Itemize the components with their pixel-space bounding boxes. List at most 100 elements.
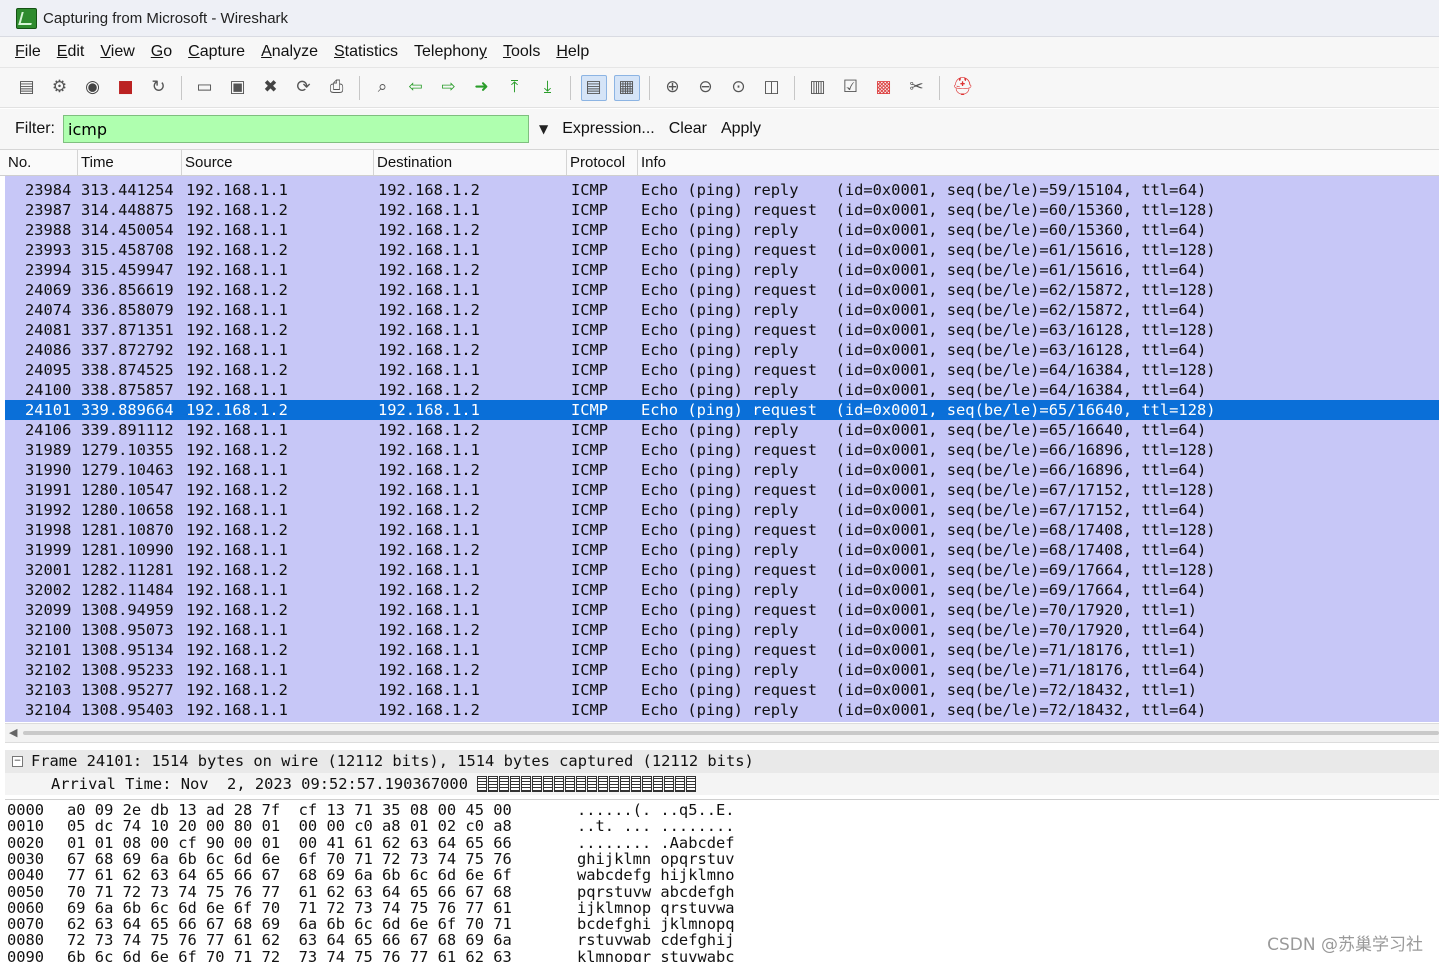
hex-ascii[interactable]: klmnopqr stuvwabc [577, 948, 735, 962]
normal-size-icon[interactable]: ⊙ [726, 75, 752, 101]
save-file-icon[interactable]: ▣ [225, 75, 251, 101]
hex-ascii[interactable]: ......(. ..q5..E. [577, 802, 735, 819]
packet-row[interactable]: 31992 1280.10658 192.168.1.1 192.168.1.2 ICM… [5, 500, 1439, 520]
packet-row[interactable]: 23984 313.441254 192.168.1.1 192.168.1.2 ICM… [5, 180, 1439, 200]
hex-bytes[interactable]: 62 63 64 65 66 67 68 69 6a 6b 6c 6d 6e 6… [67, 916, 512, 933]
restart-capture-icon[interactable]: ↻ [146, 75, 172, 101]
column-header-protocol[interactable]: Protocol [567, 150, 638, 175]
packet-row[interactable]: 32099 1308.94959 192.168.1.2 192.168.1.1 ICM… [5, 600, 1439, 620]
menu-telephony[interactable]: Telephony [406, 43, 495, 61]
hex-ascii[interactable]: ijklmnop qrstuvwa [577, 899, 735, 916]
packet-row[interactable]: 23988 314.450054 192.168.1.1 192.168.1.2 ICM… [5, 220, 1439, 240]
menu-edit[interactable]: Edit [49, 43, 93, 61]
hex-offset[interactable]: 0080 [7, 932, 44, 949]
packet-row[interactable]: 23987 314.448875 192.168.1.2 192.168.1.1 ICM… [5, 200, 1439, 220]
hex-ascii[interactable]: bcdefghi jklmnopq [577, 916, 735, 933]
coloring-rules-icon[interactable]: ▩ [871, 75, 897, 101]
packet-row[interactable]: 24100 338.875857 192.168.1.1 192.168.1.2 ICM… [5, 380, 1439, 400]
packet-row[interactable]: 24069 336.856619 192.168.1.2 192.168.1.1 ICM… [5, 280, 1439, 300]
hex-offset[interactable]: 0060 [7, 899, 44, 916]
go-to-packet-icon[interactable]: ➜ [469, 75, 495, 101]
menu-view[interactable]: View [92, 43, 142, 61]
zoom-out-icon[interactable]: ⊖ [693, 75, 719, 101]
expression-button[interactable]: Expression... [562, 120, 654, 138]
hex-ascii[interactable]: pqrstuvw abcdefgh [577, 883, 735, 900]
hex-bytes[interactable]: 67 68 69 6a 6b 6c 6d 6e 6f 70 71 72 73 7… [67, 851, 512, 868]
go-back-icon[interactable]: ⇦ [403, 75, 429, 101]
hex-bytes[interactable]: a0 09 2e db 13 ad 28 7f cf 13 71 35 08 0… [67, 802, 512, 819]
column-header-no[interactable]: No. [5, 150, 78, 175]
column-header-destination[interactable]: Destination [374, 150, 567, 175]
preferences-icon[interactable]: ✂ [904, 75, 930, 101]
packet-row[interactable]: 31989 1279.10355 192.168.1.2 192.168.1.1 ICM… [5, 440, 1439, 460]
menu-file[interactable]: File [0, 43, 49, 61]
capture-options-icon[interactable]: ⚙ [47, 75, 73, 101]
packet-row[interactable]: 24095 338.874525 192.168.1.2 192.168.1.1 ICM… [5, 360, 1439, 380]
open-file-icon[interactable]: ▭ [192, 75, 218, 101]
hex-offset[interactable]: 0050 [7, 883, 44, 900]
menu-go[interactable]: Go [143, 43, 180, 61]
resize-columns-icon[interactable]: ◫ [759, 75, 785, 101]
help-icon[interactable]: ⛑ [950, 75, 976, 101]
hex-bytes[interactable]: 72 73 74 75 76 77 61 62 63 64 65 66 67 6… [67, 932, 512, 949]
packet-list[interactable]: 23984 313.441254 192.168.1.1 192.168.1.2 ICM… [5, 176, 1439, 722]
hex-offset[interactable]: 0020 [7, 834, 44, 851]
interface-list-icon[interactable]: ▤ [14, 75, 40, 101]
hex-ascii[interactable]: ........ .Aabcdef [577, 834, 735, 851]
hex-bytes[interactable]: 69 6a 6b 6c 6d 6e 6f 70 71 72 73 74 75 7… [67, 899, 512, 916]
reload-icon[interactable]: ⟳ [291, 75, 317, 101]
menu-capture[interactable]: Capture [180, 43, 253, 61]
hex-offset[interactable]: 0090 [7, 948, 44, 962]
hex-bytes[interactable]: 01 01 08 00 cf 90 00 01 00 41 61 62 63 6… [67, 834, 512, 851]
column-header-source[interactable]: Source [182, 150, 374, 175]
packet-row[interactable]: 24086 337.872792 192.168.1.1 192.168.1.2 ICM… [5, 340, 1439, 360]
hex-ascii[interactable]: wabcdefg hijklmno [577, 867, 735, 884]
apply-filter-button[interactable]: Apply [721, 120, 761, 138]
packet-row[interactable]: 32101 1308.95134 192.168.1.2 192.168.1.1 ICM… [5, 640, 1439, 660]
close-file-icon[interactable]: ✖ [258, 75, 284, 101]
packet-row[interactable]: 31998 1281.10870 192.168.1.2 192.168.1.1 ICM… [5, 520, 1439, 540]
print-icon[interactable]: ⎙ [324, 75, 350, 101]
menu-statistics[interactable]: Statistics [326, 43, 406, 61]
hex-bytes[interactable]: 70 71 72 73 74 75 76 77 61 62 63 64 65 6… [67, 883, 512, 900]
stop-capture-icon[interactable]: ■ [113, 75, 139, 101]
find-packet-icon[interactable]: ⌕ [370, 75, 396, 101]
hex-ascii[interactable]: ..t. ... ........ [577, 818, 735, 835]
hex-bytes[interactable]: 05 dc 74 10 20 00 80 01 00 00 c0 a8 01 0… [67, 818, 512, 835]
packet-row[interactable]: 32104 1308.95403 192.168.1.1 192.168.1.2 ICM… [5, 700, 1439, 720]
scroll-left-icon[interactable]: ◀ [9, 726, 17, 739]
packet-row-selected[interactable]: 24101 339.889664 192.168.1.2 192.168.1.1 ICM… [5, 400, 1439, 420]
packet-row[interactable]: 31990 1279.10463 192.168.1.1 192.168.1.2 ICM… [5, 460, 1439, 480]
packet-list-hscrollbar[interactable]: ◀ [5, 723, 1439, 743]
display-filter-input[interactable] [63, 115, 529, 143]
hex-offset[interactable]: 0010 [7, 818, 44, 835]
collapse-icon[interactable]: − [12, 756, 23, 767]
capture-filters-icon[interactable]: ▥ [805, 75, 831, 101]
packet-row[interactable]: 32002 1282.11484 192.168.1.1 192.168.1.2 ICM… [5, 580, 1439, 600]
hex-ascii[interactable]: ghijklmn opqrstuv [577, 851, 735, 868]
filter-history-dropdown-icon[interactable]: ▼ [539, 122, 548, 136]
column-header-info[interactable]: Info [638, 150, 1439, 175]
packet-row[interactable]: 32103 1308.95277 192.168.1.2 192.168.1.1 ICM… [5, 680, 1439, 700]
detail-arrival-row[interactable]: Arrival Time: Nov 2, 2023 09:52:57.19036… [5, 773, 1439, 795]
start-capture-icon[interactable]: ◉ [80, 75, 106, 101]
menu-help[interactable]: Help [548, 43, 597, 61]
packet-row[interactable]: 31999 1281.10990 192.168.1.1 192.168.1.2 ICM… [5, 540, 1439, 560]
packet-row[interactable]: 32102 1308.95233 192.168.1.1 192.168.1.2 ICM… [5, 660, 1439, 680]
hex-offset[interactable]: 0030 [7, 851, 44, 868]
hex-offset[interactable]: 0000 [7, 802, 44, 819]
display-filters-icon[interactable]: ☑ [838, 75, 864, 101]
packet-row[interactable]: 24081 337.871351 192.168.1.2 192.168.1.1 ICM… [5, 320, 1439, 340]
packet-row[interactable]: 23994 315.459947 192.168.1.1 192.168.1.2 ICM… [5, 260, 1439, 280]
packet-row[interactable]: 24074 336.858079 192.168.1.1 192.168.1.2 ICM… [5, 300, 1439, 320]
hex-offset[interactable]: 0070 [7, 916, 44, 933]
zoom-in-icon[interactable]: ⊕ [660, 75, 686, 101]
packet-row[interactable]: 32001 1282.11281 192.168.1.2 192.168.1.1 ICM… [5, 560, 1439, 580]
packet-row[interactable]: 24106 339.891112 192.168.1.1 192.168.1.2 ICM… [5, 420, 1439, 440]
go-forward-icon[interactable]: ⇨ [436, 75, 462, 101]
column-header-time[interactable]: Time [78, 150, 182, 175]
go-last-icon[interactable]: ⤓ [535, 75, 561, 101]
hex-offset[interactable]: 0040 [7, 867, 44, 884]
packet-row[interactable]: 31991 1280.10547 192.168.1.2 192.168.1.1 ICM… [5, 480, 1439, 500]
hex-bytes[interactable]: 6b 6c 6d 6e 6f 70 71 72 73 74 75 76 77 6… [67, 948, 512, 962]
